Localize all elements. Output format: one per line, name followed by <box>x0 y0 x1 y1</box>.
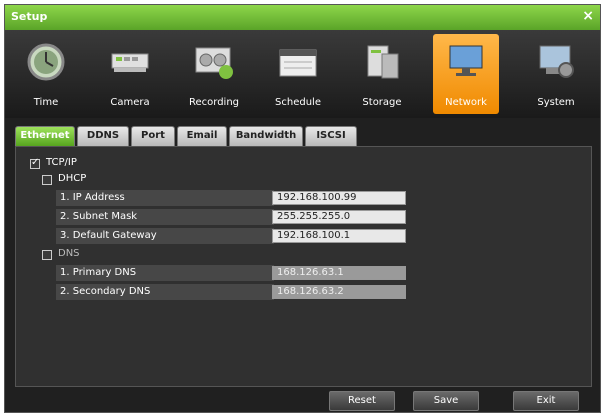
default-gateway-row: 3. Default Gateway <box>56 228 274 244</box>
tool-label: Recording <box>188 97 239 108</box>
primary-dns-label: 1. Primary DNS <box>60 267 137 278</box>
ip-address-label: 1. IP Address <box>60 192 125 203</box>
primary-dns-row: 1. Primary DNS <box>56 265 274 281</box>
tab-iscsi[interactable]: ISCSI <box>305 126 357 146</box>
setup-window: Setup × Time Camera Recording Schedule S… <box>4 4 601 413</box>
title-bar: Setup × <box>5 5 600 30</box>
tool-label: Schedule <box>275 97 321 108</box>
subnet-mask-field[interactable]: 255.255.255.0 <box>272 210 406 224</box>
tool-label: Camera <box>110 97 150 108</box>
tool-recording[interactable]: Recording <box>181 34 247 114</box>
recording-icon <box>195 47 233 79</box>
window-title: Setup <box>11 10 48 23</box>
system-icon <box>539 45 574 78</box>
tool-label: Storage <box>362 97 402 108</box>
tool-system[interactable]: System <box>523 34 589 114</box>
tab-port[interactable]: Port <box>131 126 175 146</box>
dns-label: DNS <box>58 248 80 259</box>
ip-address-field[interactable]: 192.168.100.99 <box>272 191 406 205</box>
secondary-dns-field[interactable]: 168.126.63.2 <box>272 285 406 299</box>
dns-checkbox[interactable] <box>42 250 52 260</box>
primary-dns-field[interactable]: 168.126.63.1 <box>272 266 406 280</box>
subnet-mask-label: 2. Subnet Mask <box>60 211 138 222</box>
ip-address-row: 1. IP Address <box>56 190 274 206</box>
tool-label: System <box>537 97 575 108</box>
network-icon <box>449 45 483 76</box>
tab-email[interactable]: Email <box>177 126 227 146</box>
close-icon[interactable]: × <box>582 8 594 24</box>
tool-schedule[interactable]: Schedule <box>265 34 331 114</box>
dhcp-checkbox[interactable] <box>42 175 52 185</box>
tcpip-checkbox[interactable] <box>30 157 40 169</box>
schedule-icon <box>279 49 317 77</box>
tool-label: Network <box>445 97 487 108</box>
tool-label: Time <box>33 97 59 108</box>
reset-button[interactable]: Reset <box>329 391 395 411</box>
tool-network[interactable]: Network <box>433 34 499 114</box>
secondary-dns-label: 2. Secondary DNS <box>60 286 151 297</box>
storage-icon <box>367 45 399 79</box>
tab-bandwidth[interactable]: Bandwidth <box>229 126 303 146</box>
tab-ethernet[interactable]: Ethernet <box>15 126 75 146</box>
tool-storage[interactable]: Storage <box>349 34 415 114</box>
category-toolbar: Time Camera Recording Schedule Storage N… <box>5 30 600 118</box>
exit-button[interactable]: Exit <box>513 391 579 411</box>
dhcp-label: DHCP <box>58 173 87 184</box>
default-gateway-label: 3. Default Gateway <box>60 230 157 241</box>
tool-camera[interactable]: Camera <box>97 34 163 114</box>
tool-time[interactable]: Time <box>13 34 79 114</box>
default-gateway-field[interactable]: 192.168.100.1 <box>272 229 406 243</box>
camera-icon <box>111 53 149 72</box>
tcpip-label: TCP/IP <box>46 157 77 168</box>
save-button[interactable]: Save <box>413 391 479 411</box>
subnet-mask-row: 2. Subnet Mask <box>56 209 274 225</box>
ethernet-panel: TCP/IP DHCP 1. IP Address 192.168.100.99… <box>15 146 592 387</box>
clock-icon <box>27 43 65 81</box>
secondary-dns-row: 2. Secondary DNS <box>56 284 274 300</box>
tab-ddns[interactable]: DDNS <box>77 126 129 146</box>
